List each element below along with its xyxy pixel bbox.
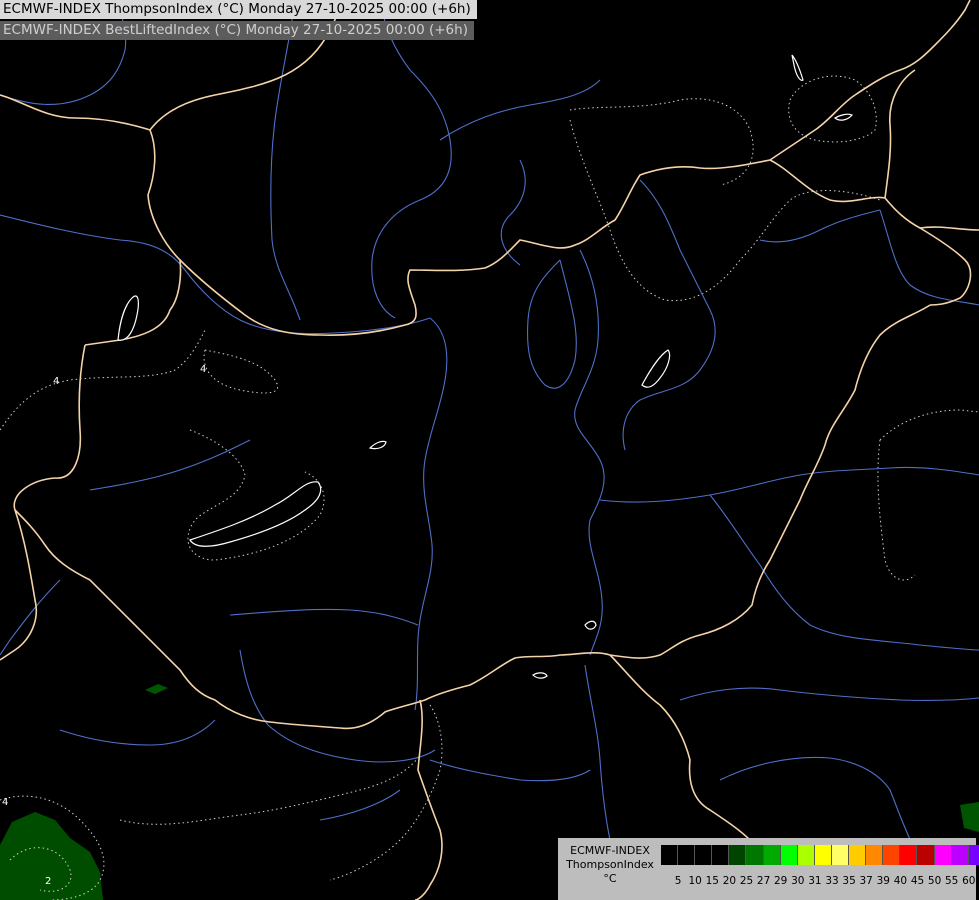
legend-unit: °C (603, 872, 617, 885)
legend-swatch (951, 845, 969, 865)
legend-tick: 45 (910, 875, 925, 887)
legend-swatch (883, 845, 901, 865)
title-best-lifted-index: ECMWF-INDEX BestLiftedIndex (°C) Monday … (0, 21, 474, 40)
legend-tick: 25 (739, 875, 754, 887)
legend-tick: 60 (962, 875, 976, 887)
legend-tick: 10 (688, 875, 702, 887)
legend-swatch (729, 845, 747, 865)
map-background (0, 0, 979, 900)
legend-swatch (814, 845, 832, 865)
legend-swatch (661, 845, 679, 865)
legend-tick: 50 (927, 875, 942, 887)
legend-tick: 5 (674, 875, 682, 887)
legend-model: ECMWF-INDEX (570, 844, 650, 857)
legend-title: ECMWF-INDEX ThompsonIndex °C (560, 844, 660, 886)
contour-label-west: 4 (53, 376, 60, 387)
legend-swatch (917, 845, 935, 865)
legend-swatch (712, 845, 730, 865)
legend-tick: 29 (774, 875, 788, 887)
legend-tick: 31 (808, 875, 822, 887)
legend-swatch (678, 845, 696, 865)
legend-swatch (746, 845, 764, 865)
legend-tick: 37 (859, 875, 873, 887)
legend-swatch (934, 845, 952, 865)
legend-swatch (849, 845, 867, 865)
contour-label-center-west: 4 (200, 364, 207, 375)
legend-swatch (797, 845, 815, 865)
weather-map (0, 0, 979, 900)
contour-label-southwest-inner: 2 (45, 876, 52, 887)
legend-tick: 30 (791, 875, 805, 887)
contour-label-southwest: 4 (2, 797, 9, 808)
legend-swatch (968, 845, 979, 865)
legend-tick: 15 (705, 875, 719, 887)
title-thompson-index: ECMWF-INDEX ThompsonIndex (°C) Monday 27… (0, 0, 477, 19)
legend-color-scale (661, 845, 979, 865)
legend-tick: 33 (825, 875, 839, 887)
legend-swatch (780, 845, 798, 865)
legend-swatch (763, 845, 781, 865)
legend-swatch (866, 845, 884, 865)
legend-tick: 40 (893, 875, 908, 887)
legend-parameter: ThompsonIndex (566, 858, 654, 871)
legend-tick: 35 (842, 875, 856, 887)
legend-tick: 39 (876, 875, 890, 887)
legend-tick: 20 (722, 875, 737, 887)
legend-tick-labels: 5 10 15 20 25 27 29 30 31 33 35 37 39 40 45 50 55 60 (661, 875, 976, 889)
legend-swatch (695, 845, 713, 865)
color-legend: ECMWF-INDEX ThompsonIndex °C 5 10 15 20 25 27… (558, 838, 979, 900)
legend-tick: 27 (756, 875, 771, 887)
legend-swatch (831, 845, 850, 865)
legend-swatch (900, 845, 918, 865)
legend-tick: 55 (945, 875, 959, 887)
